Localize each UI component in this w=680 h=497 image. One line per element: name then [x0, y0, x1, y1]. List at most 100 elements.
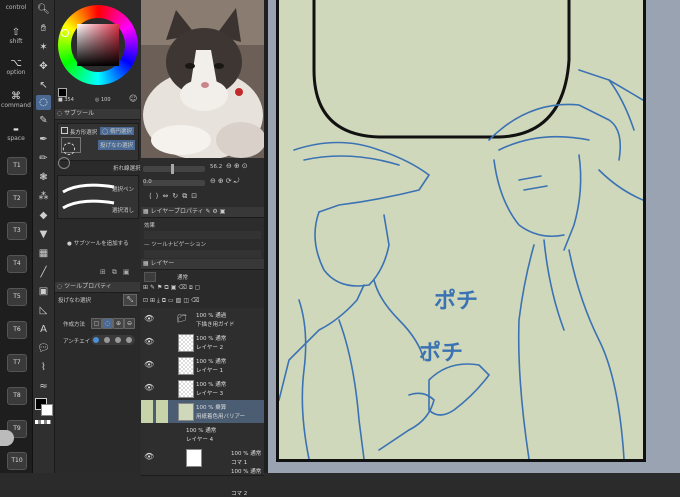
- ruler-tool-icon[interactable]: ◺: [36, 303, 51, 318]
- brush-tool-icon[interactable]: ❃: [36, 170, 51, 185]
- eraser-tool-icon[interactable]: ◆: [36, 208, 51, 223]
- shift-key[interactable]: ⇧ shift: [0, 27, 32, 45]
- layer-lock-toggle[interactable]: [144, 272, 156, 282]
- layer-tab[interactable]: ▦ レイヤー: [141, 259, 264, 270]
- blend-mode-select[interactable]: 通常: [177, 273, 188, 281]
- layer-name: コマ 2: [231, 491, 248, 497]
- small-main-color[interactable]: [58, 88, 67, 97]
- balloon-tool-icon[interactable]: 💬︎: [36, 341, 51, 356]
- emoji-icon[interactable]: ☺: [129, 94, 137, 103]
- saturation-value-square[interactable]: [77, 24, 119, 66]
- t-key-8[interactable]: T8: [7, 387, 27, 405]
- sketch-artwork: ポチ ポチ: [279, 0, 643, 459]
- space-bar-icon: ▬: [13, 126, 19, 133]
- effect-label: 効果: [144, 223, 156, 229]
- pencil-tool-icon[interactable]: ✏: [36, 151, 51, 166]
- navigator-action-icons[interactable]: ⟨⟩⇔↻⧉⊡: [149, 192, 201, 201]
- t-key-10[interactable]: T10: [7, 452, 27, 470]
- layer-name: レイヤー 3: [196, 391, 224, 397]
- layer-row[interactable]: 100 % 通常 レイヤー 4: [141, 423, 264, 447]
- fill-tool-icon[interactable]: ▼: [36, 227, 51, 242]
- subtool-item-lasso[interactable]: 投げなわ選択: [98, 140, 136, 150]
- subtool-footer-icons[interactable]: ⊞⧉▣: [100, 268, 135, 277]
- layer-list: 👁︎ 📁︎ 100 % 通過 下描き用ガイド 👁︎ 100 % 通常 レイヤー …: [141, 308, 264, 497]
- t-key-4[interactable]: T4: [7, 255, 27, 273]
- control-key[interactable]: control: [0, 4, 32, 11]
- t-key-5[interactable]: T5: [7, 288, 27, 306]
- zoom-tool-icon[interactable]: 🔍︎: [36, 2, 51, 17]
- line-tool-icon[interactable]: ╱: [36, 265, 51, 280]
- wrench-icon[interactable]: 🔧︎: [123, 294, 137, 306]
- reference-photo: [141, 0, 264, 158]
- layer-row[interactable]: 👁︎ 100 % 通常 レイヤー 2: [141, 331, 264, 355]
- zoom-buttons[interactable]: ⊖⊕⊙: [226, 162, 250, 170]
- command-key[interactable]: ⌘ command: [0, 91, 32, 109]
- folder-icon: 📁︎: [177, 314, 188, 323]
- hue-wheel[interactable]: [58, 5, 138, 85]
- navigator-panel: 56.2 ⊖⊕⊙ 0.0 ⊖⊕⟳⤾ ⟨⟩⇔↻⧉⊡ ▦ レイヤープロパティ ✎ ⚙…: [141, 158, 264, 270]
- layer-row-selected[interactable]: 100 % 乗算 用紙着色用バリアー: [141, 400, 264, 424]
- shift-icon: ⇧: [11, 27, 21, 38]
- lasso-tool-icon[interactable]: ◌: [36, 95, 51, 110]
- create-mode-a-icon[interactable]: ▢: [91, 318, 102, 329]
- transparent-color-swatch[interactable]: [35, 420, 51, 424]
- eye-icon[interactable]: 👁︎: [144, 452, 154, 461]
- manga-page-canvas[interactable]: ポチ ポチ: [276, 0, 646, 462]
- t-key-3[interactable]: T3: [7, 222, 27, 240]
- tool-navigation-tab[interactable]: — ツールナビゲーション: [144, 240, 206, 248]
- tool-property-subtitle: 投げなわ選択: [58, 298, 92, 304]
- subtool-item-rect[interactable]: 長方形選択: [61, 127, 97, 136]
- operation-tool-icon[interactable]: ↖: [36, 78, 51, 93]
- subtool-item-selection-erase[interactable]: 選択消し: [112, 206, 134, 214]
- eye-icon[interactable]: 👁︎: [144, 337, 154, 346]
- t-key-1[interactable]: T1: [7, 157, 27, 175]
- eyedropper-tool-icon[interactable]: ✎: [36, 113, 51, 128]
- airbrush-tool-icon[interactable]: ⁂: [36, 189, 51, 204]
- space-key[interactable]: ▬ space: [0, 124, 32, 142]
- selection-eraser-stroke-icon: [62, 199, 115, 210]
- zoom-slider[interactable]: [143, 164, 205, 174]
- layer-name: レイヤー 4: [186, 437, 214, 443]
- layer-toolbar-row-2[interactable]: ⊡⊞⤓⧉▭▧◫⌫: [143, 297, 201, 305]
- side-handle[interactable]: [0, 430, 14, 446]
- eye-icon[interactable]: 👁︎: [144, 360, 154, 369]
- layer-row[interactable]: 👁︎ 100 % 通常 レイヤー 3: [141, 377, 264, 401]
- selection-pen-stroke-icon: [62, 183, 115, 194]
- layer-opacity: 100 % 通過: [196, 313, 227, 319]
- text-tool-icon[interactable]: A: [36, 322, 51, 337]
- create-mode-b-icon[interactable]: ◌: [102, 318, 113, 329]
- option-key[interactable]: ⌥ option: [0, 58, 32, 76]
- pen-tool-icon[interactable]: ✒: [36, 132, 51, 147]
- hand-tool-icon[interactable]: ✋︎: [36, 21, 51, 36]
- angle-slider[interactable]: [143, 180, 205, 186]
- eye-icon[interactable]: 👁︎: [144, 383, 154, 392]
- correction-tool-icon[interactable]: ⌇: [36, 360, 51, 375]
- opacity-readout: ◎ 100: [95, 97, 111, 103]
- eye-icon[interactable]: 👁︎: [144, 314, 154, 323]
- tool-column: 🔍︎ ✋︎ ✶ ✥ ↖ ◌ ✎ ✒ ✏ ❃ ⁂ ◆ ▼ ▦ ╱ ▣ ◺ A 💬︎…: [33, 0, 55, 473]
- create-mode-c-icon[interactable]: ⊕: [113, 318, 124, 329]
- gradient-tool-icon[interactable]: ▦: [36, 246, 51, 261]
- layer-row[interactable]: 👁︎ 100 % 通常 レイヤー 1: [141, 354, 264, 378]
- create-mode-d-icon[interactable]: ⊖: [124, 318, 135, 329]
- t-key-2[interactable]: T2: [7, 190, 27, 208]
- layer-row[interactable]: 👁︎ 📁︎ 100 % 通過 下描き用ガイド: [141, 308, 264, 332]
- t-key-7[interactable]: T7: [7, 354, 27, 372]
- subtool-item-polyline[interactable]: 折れ線選択: [113, 164, 141, 172]
- layer-name: 下描き用ガイド: [196, 322, 235, 328]
- subtool-item-ellipse[interactable]: ◯ 楕円選択: [100, 127, 134, 135]
- auto-select-tool-icon[interactable]: ✶: [36, 40, 51, 55]
- antialias-selector[interactable]: [91, 335, 135, 345]
- add-subtool-button[interactable]: ● サブツールを追加する: [67, 239, 129, 247]
- layer-property-tab[interactable]: ▦ レイヤープロパティ ✎ ⚙ ▣: [141, 207, 264, 218]
- move-tool-icon[interactable]: ✥: [36, 59, 51, 74]
- sub-color-swatch[interactable]: [41, 404, 53, 416]
- angle-buttons[interactable]: ⊖⊕⟳⤾: [210, 177, 241, 186]
- tool-navigation-row: [144, 250, 261, 258]
- layer-toolbar-row-1[interactable]: ⊞✎⚑⧉▣⌫⧈▢: [143, 284, 202, 292]
- hue-picker-icon[interactable]: [61, 29, 69, 37]
- t-key-6[interactable]: T6: [7, 321, 27, 339]
- subtool-item-selection-pen[interactable]: 選択ペン: [112, 185, 134, 193]
- blend-tool-icon[interactable]: ≈: [36, 379, 51, 394]
- frame-tool-icon[interactable]: ▣: [36, 284, 51, 299]
